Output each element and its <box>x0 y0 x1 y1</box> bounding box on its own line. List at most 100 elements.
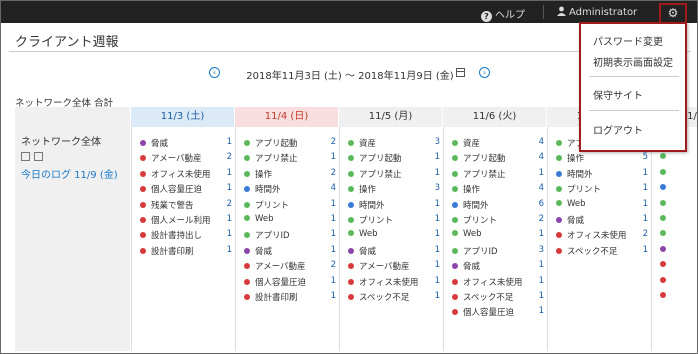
event-item[interactable]: 残業で警告 2 <box>140 199 232 211</box>
event-item[interactable]: アプリ禁止 1 <box>348 168 440 180</box>
help-link[interactable]: ? ヘルプ <box>481 6 525 22</box>
event-item[interactable]: アプリID 1 <box>244 229 336 241</box>
event-item[interactable]: オフィス未使用 1 <box>140 168 232 180</box>
event-item[interactable]: アメーバ動産 1 <box>348 260 440 272</box>
event-item[interactable]: アプリ起動 2 <box>244 137 336 149</box>
event-item[interactable]: Web 1 <box>556 199 648 211</box>
event-item[interactable]: 脅威 1 <box>244 245 336 257</box>
event-item[interactable]: アプリ起動 4 <box>452 152 544 164</box>
event-item[interactable]: アプリ禁止 1 <box>452 168 544 180</box>
help-label: ヘルプ <box>495 10 525 21</box>
event-label: 資産 <box>359 139 377 149</box>
event-item[interactable]: スペック不足 1 <box>452 291 544 303</box>
event-item[interactable]: Web 1 <box>244 214 336 226</box>
event-item[interactable]: 操作 5 <box>556 152 648 164</box>
event-item[interactable] <box>660 245 697 257</box>
event-item[interactable]: プリント 1 <box>244 199 336 211</box>
event-item[interactable] <box>660 183 697 195</box>
event-item[interactable]: 操作 4 <box>452 183 544 195</box>
event-count: 1 <box>538 167 544 178</box>
event-count: 2 <box>330 167 336 178</box>
event-item[interactable]: 時間外 1 <box>348 199 440 211</box>
event-count: 3 <box>434 137 440 147</box>
event-item[interactable] <box>660 152 697 164</box>
event-item[interactable]: 資産 4 <box>452 137 544 149</box>
event-item[interactable]: アメーバ動産 2 <box>140 152 232 164</box>
event-item[interactable]: 個人容量圧迫 1 <box>140 183 232 195</box>
calendar-small-icon[interactable] <box>21 152 30 161</box>
menu-item-maintenance[interactable]: 保守サイト <box>593 87 643 102</box>
event-count: 1 <box>538 260 544 271</box>
status-dot-icon <box>452 217 458 223</box>
calendar-icon[interactable] <box>456 68 465 77</box>
report-icon[interactable] <box>34 152 43 161</box>
event-item[interactable]: 操作 2 <box>244 168 336 180</box>
event-item[interactable]: アプリ禁止 1 <box>244 152 336 164</box>
event-item[interactable]: 資産 3 <box>348 137 440 149</box>
menu-item-initial-screen[interactable]: 初期表示画面設定 <box>593 54 673 69</box>
event-label: 脅威 <box>151 139 169 149</box>
event-item[interactable]: オフィス未使用 1 <box>348 276 440 288</box>
event-item[interactable]: 個人容量圧迫 1 <box>452 306 544 318</box>
menu-item-password[interactable]: パスワード変更 <box>593 33 663 48</box>
event-item[interactable] <box>660 168 697 180</box>
event-item[interactable] <box>660 199 697 211</box>
event-count: 1 <box>434 167 440 178</box>
network-label: ネットワーク全体 <box>21 137 101 148</box>
event-item[interactable]: アプリID 3 <box>452 245 544 257</box>
gear-icon: ⚙ <box>667 6 679 20</box>
menu-item-logout[interactable]: ログアウト <box>593 122 643 137</box>
event-item[interactable]: アメーバ動産 2 <box>244 260 336 272</box>
event-item[interactable]: プリント 2 <box>452 214 544 226</box>
event-item[interactable]: オフィス未使用 2 <box>556 229 648 241</box>
today-log-link[interactable]: 今日のログ 11/9 (金) <box>21 166 124 181</box>
event-item[interactable]: オフィス未使用 1 <box>452 276 544 288</box>
event-item[interactable]: 設計書印刷 1 <box>140 245 232 257</box>
status-dot-icon <box>140 232 146 239</box>
event-item[interactable]: スペック不足 1 <box>348 291 440 303</box>
event-item[interactable]: Web 1 <box>348 229 440 241</box>
event-item[interactable]: Web 1 <box>452 229 544 241</box>
event-item[interactable] <box>660 214 697 226</box>
status-dot-icon <box>452 294 458 300</box>
event-item[interactable]: 脅威 1 <box>140 137 232 149</box>
event-item[interactable] <box>660 276 697 288</box>
event-item[interactable]: 時間外 4 <box>244 183 336 195</box>
top-bar: ? ヘルプ Administrator ⚙ <box>1 1 697 23</box>
event-item[interactable]: スペック不足 1 <box>556 245 648 257</box>
settings-gear-button[interactable]: ⚙ <box>659 3 687 22</box>
event-item[interactable]: プリント 1 <box>556 183 648 195</box>
user-menu[interactable]: Administrator <box>557 6 637 18</box>
event-label: プリント <box>463 216 498 226</box>
event-item[interactable]: 脅威 1 <box>452 260 544 272</box>
status-dot-icon <box>244 170 250 177</box>
event-count: 1 <box>642 167 648 178</box>
event-item[interactable]: 脅威 1 <box>348 245 440 257</box>
event-count: 1 <box>538 229 544 240</box>
event-item[interactable]: 時間外 1 <box>556 168 648 180</box>
status-dot-icon <box>660 199 666 206</box>
event-item[interactable] <box>660 260 697 272</box>
event-item[interactable]: 操作 3 <box>348 183 440 195</box>
event-label: アプリ禁止 <box>255 154 298 165</box>
event-item[interactable]: 脅威 1 <box>556 214 648 226</box>
event-count: 1 <box>538 306 544 317</box>
event-item[interactable]: 設計書持出し 1 <box>140 229 232 241</box>
event-label: Web <box>359 229 378 240</box>
event-item[interactable]: アプリ起動 1 <box>348 152 440 164</box>
status-dot-icon <box>556 217 562 223</box>
event-item[interactable]: プリント 1 <box>348 214 440 226</box>
event-item[interactable]: 個人メール利用 1 <box>140 214 232 226</box>
event-item[interactable] <box>660 291 697 303</box>
next-week-button[interactable]: › <box>479 67 490 78</box>
network-icons <box>21 152 124 162</box>
event-item[interactable]: 個人容量圧迫 1 <box>244 276 336 288</box>
event-count: 1 <box>330 214 336 224</box>
event-item[interactable]: 設計書印刷 1 <box>244 291 336 303</box>
event-item[interactable]: 時間外 6 <box>452 199 544 211</box>
event-count: 3 <box>434 183 440 194</box>
event-count: 1 <box>330 275 336 286</box>
event-count: 2 <box>330 260 336 271</box>
event-label: 脅威 <box>567 216 585 226</box>
event-item[interactable] <box>660 229 697 241</box>
